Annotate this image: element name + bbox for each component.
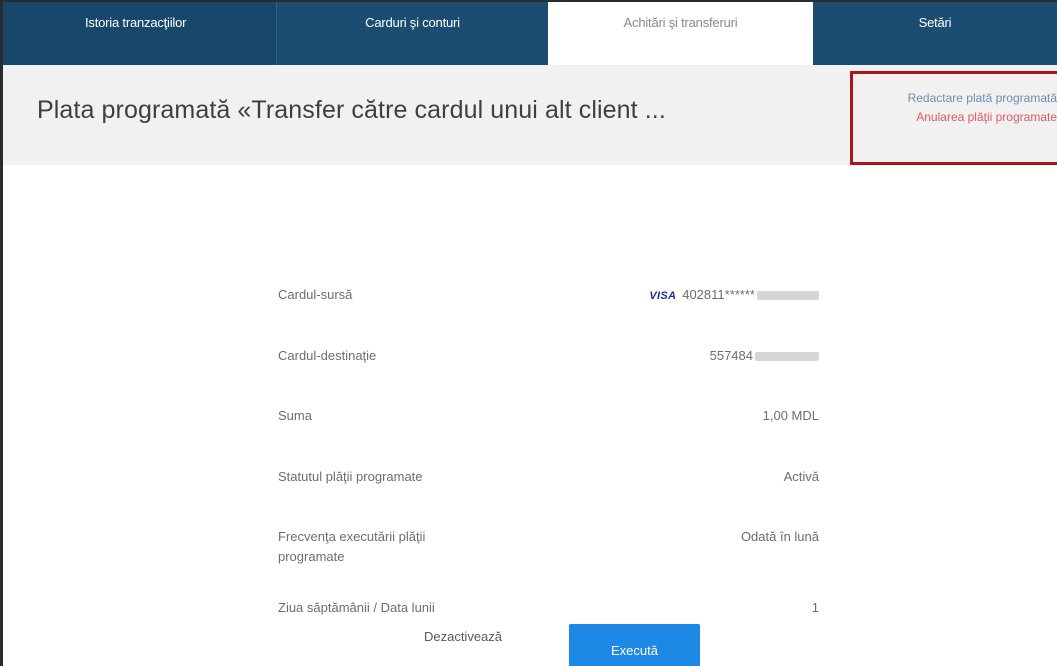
deactivate-button[interactable]: Dezactivează — [388, 622, 538, 652]
frequency-label: Frecvenţa executării plăţii programate — [278, 529, 426, 564]
dest-card-value: 557484 — [710, 346, 819, 366]
masked-digits-blur — [757, 291, 819, 301]
visa-logo-icon: VISA — [649, 290, 677, 302]
source-card-value: VISA 402811****** — [649, 285, 819, 306]
tab-transaction-history[interactable]: Istoria tranzacţiilor — [3, 2, 276, 65]
status-label: Statutul plăţii programate — [278, 469, 423, 484]
frequency-value: Odată în lună — [740, 529, 819, 544]
execute-button[interactable]: Execută — [569, 624, 700, 666]
source-card-number: 402811****** — [682, 287, 755, 302]
amount-value: 1,00 MDL — [762, 408, 819, 423]
day-label: Ziua săptămânii / Data lunii — [278, 600, 435, 615]
tab-payments-and-transfers[interactable]: Achitări şi transferuri — [548, 2, 813, 65]
masked-digits-blur — [755, 352, 819, 362]
amount-label: Suma — [278, 408, 312, 423]
tab-cards-and-accounts[interactable]: Carduri şi conturi — [276, 2, 548, 65]
day-value: 1 — [811, 600, 819, 615]
dest-card-number: 557484 — [709, 348, 753, 363]
page-title: Plata programată «Transfer către cardul … — [37, 96, 666, 124]
status-value: Activă — [783, 469, 819, 484]
top-navigation: Istoria tranzacţiilor Carduri şi conturi… — [3, 2, 1057, 65]
edit-scheduled-payment-link[interactable]: Redactare plată programată — [908, 91, 1057, 105]
source-card-label: Cardul-sursă — [278, 287, 353, 302]
scheduled-payment-actions: Redactare plată programată Anularea plăţ… — [850, 71, 1057, 165]
cancel-scheduled-payment-link[interactable]: Anularea plăţii programate — [916, 110, 1057, 124]
dest-card-label: Cardul-destinaţie — [278, 348, 377, 363]
tab-settings[interactable]: Setări — [813, 2, 1057, 65]
